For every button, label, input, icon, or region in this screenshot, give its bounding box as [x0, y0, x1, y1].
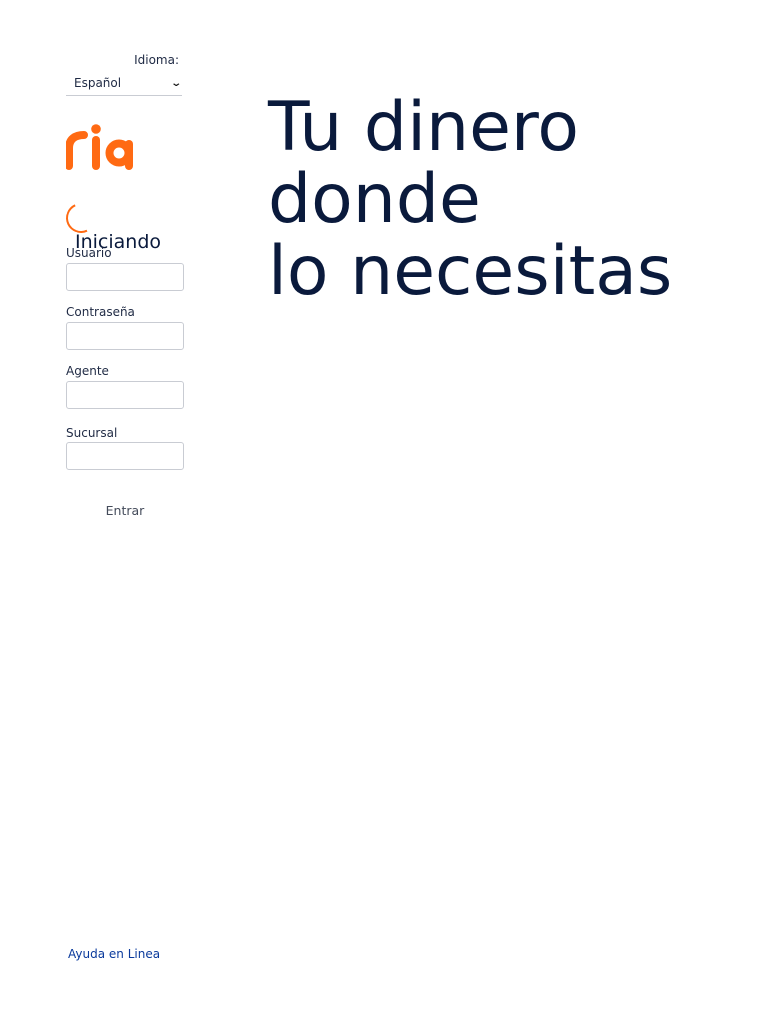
- username-input[interactable]: [66, 263, 184, 291]
- language-label: Idioma:: [134, 53, 179, 67]
- help-link[interactable]: Ayuda en Linea: [68, 947, 160, 961]
- ria-logo: [66, 124, 133, 170]
- login-page: Idioma: Español ⌄ Iniciando Usuario Cont…: [0, 0, 768, 1024]
- username-label: Usuario: [66, 246, 112, 260]
- hero-headline: Tu dinero donde lo necesitas: [268, 92, 672, 308]
- hero-line-3: lo necesitas: [268, 232, 673, 311]
- agent-input[interactable]: [66, 381, 184, 409]
- hero-line-1: Tu dinero: [268, 88, 579, 167]
- agent-label: Agente: [66, 364, 109, 378]
- branch-label: Sucursal: [66, 426, 118, 440]
- chevron-down-icon: ⌄: [169, 77, 182, 89]
- branch-input[interactable]: [66, 442, 184, 470]
- language-select[interactable]: Español ⌄: [66, 71, 182, 96]
- login-button[interactable]: Entrar: [66, 497, 184, 523]
- hero-line-2: donde: [268, 160, 481, 239]
- password-label: Contraseña: [66, 305, 135, 319]
- password-input[interactable]: [66, 322, 184, 350]
- language-selected-value: Español: [74, 76, 122, 90]
